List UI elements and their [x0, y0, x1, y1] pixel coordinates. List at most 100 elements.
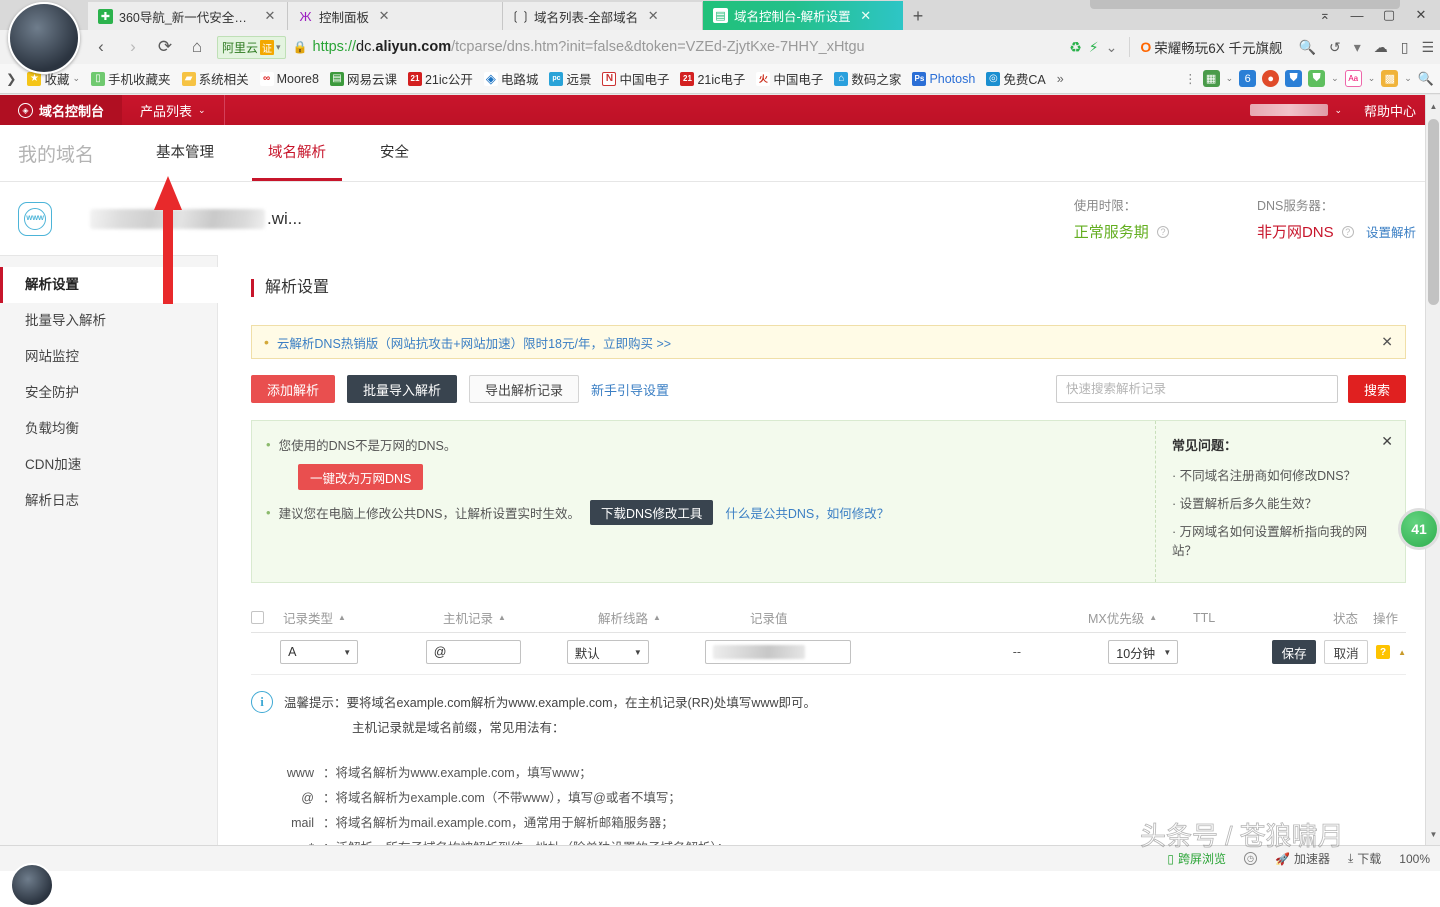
search-hotword[interactable]: O 荣耀畅玩6X 千元旗舰 [1129, 37, 1282, 57]
back-button[interactable]: ‹ [86, 33, 116, 61]
column-resolution-line[interactable]: 解析线路 ▲ [598, 608, 750, 627]
search-button[interactable]: 搜索 [1348, 375, 1406, 403]
promo-text[interactable]: 云解析DNS热销版（网站抗攻击+网站加速）限时18元/年，立即购买 >> [277, 333, 671, 352]
host-record-input[interactable] [426, 640, 521, 664]
select-all-checkbox[interactable] [251, 611, 283, 624]
help-center-link[interactable]: 帮助中心 [1364, 101, 1416, 120]
column-mx-priority[interactable]: MX优先级 ▲ [1088, 608, 1193, 627]
close-icon[interactable]: ✕ [1381, 334, 1393, 351]
page-scrollbar[interactable]: ▲ ▼ [1425, 95, 1440, 845]
sort-ascending-icon[interactable]: ▲ [653, 613, 661, 622]
beginner-guide-link[interactable]: 新手引导设置 [591, 380, 669, 399]
record-type-select[interactable]: A ▼ [280, 640, 358, 664]
magnifier-icon[interactable]: 🔍 [1418, 71, 1434, 87]
tab-security[interactable]: 安全 [364, 125, 425, 181]
add-record-button[interactable]: 添加解析 [251, 375, 335, 403]
bookmark-item-8[interactable]: N 中国电子 [602, 69, 669, 88]
bookmark-item-12[interactable]: Ps Photosh [912, 72, 975, 86]
chevron-down-icon[interactable]: ▾ [276, 42, 281, 53]
red-ext-icon[interactable]: ● [1262, 70, 1279, 87]
scroll-up-icon[interactable]: ▲ [1426, 98, 1440, 114]
tab-domain-resolution[interactable]: 域名解析 [252, 125, 342, 181]
home-icon[interactable]: ⌂ [182, 33, 212, 61]
tab-close-icon[interactable]: ✕ [644, 8, 662, 24]
sidebar-item-resolution-log[interactable]: 解析日志 [0, 483, 217, 519]
bookmark-item-4[interactable]: ▤ 网易云课 [330, 69, 397, 88]
forward-button[interactable]: › [118, 33, 148, 61]
cloud-icon[interactable]: ☁ [1374, 39, 1388, 56]
save-button[interactable]: 保存 [1272, 640, 1316, 664]
product-list-menu[interactable]: 产品列表 ⌄ [122, 95, 225, 125]
recycle-icon[interactable]: ♻ [1069, 39, 1082, 56]
tab-basic-management[interactable]: 基本管理 [140, 125, 230, 181]
browser-tab-2[interactable]: ❲❳ 域名列表-全部域名 ✕ [503, 2, 703, 30]
user-menu[interactable]: ⌄ [1250, 104, 1342, 116]
reload-icon[interactable]: ⟳ [150, 33, 180, 61]
bookmarks-overflow-icon[interactable]: » [1057, 72, 1064, 86]
minimize-icon[interactable]: — [1342, 2, 1372, 28]
chevron-down-icon[interactable]: ▾ [1354, 39, 1361, 56]
download-dns-tool-button[interactable]: 下载DNS修改工具 [590, 500, 713, 525]
zoom-level[interactable]: 100% [1399, 852, 1430, 866]
switch-to-wanwang-dns-button[interactable]: 一键改为万网DNS [298, 464, 423, 490]
browser-tab-3-active[interactable]: ▤ 域名控制台-解析设置 ✕ [703, 1, 903, 30]
bookmark-item-11[interactable]: ⌂ 数码之家 [834, 69, 901, 88]
batch-import-button[interactable]: 批量导入解析 [347, 375, 457, 403]
green-shield-icon[interactable]: ⛊ [1308, 70, 1325, 87]
column-record-type[interactable]: 记录类型 ▲ [283, 608, 443, 627]
setup-resolution-link[interactable]: 设置解析 [1366, 226, 1416, 240]
sidebar-item-security-protection[interactable]: 安全防护 [0, 375, 217, 411]
column-host-record[interactable]: 主机记录 ▲ [443, 608, 598, 627]
faq-item-0[interactable]: · 不同域名注册商如何修改DNS？ [1172, 465, 1389, 484]
site-identity-badge[interactable]: 阿里云 证 ▾ [217, 36, 286, 59]
sidebar-item-site-monitor[interactable]: 网站监控 [0, 339, 217, 375]
cancel-button[interactable]: 取消 [1324, 640, 1368, 664]
floating-badge[interactable]: 41 [1398, 508, 1440, 550]
chevron-down-icon[interactable]: ⌄ [1106, 39, 1118, 56]
tab-close-icon[interactable]: ✕ [261, 8, 279, 24]
chevron-down-icon[interactable]: ⌄ [1404, 73, 1412, 84]
bookmark-item-2[interactable]: ▰ 系统相关 [182, 69, 249, 88]
address-bar[interactable]: 🔒 https://dc.aliyun.com/tcparse/dns.htm?… [293, 34, 1068, 60]
tab-close-icon[interactable]: ✕ [375, 8, 393, 24]
bookmark-item-13[interactable]: ◎ 免费CA [986, 69, 1045, 88]
warning-help-icon[interactable]: ? [1376, 645, 1390, 659]
blue-ext-icon[interactable]: 6 [1239, 70, 1256, 87]
search-icon[interactable]: 🔍 [1299, 39, 1316, 56]
sort-ascending-icon[interactable]: ▲ [498, 613, 506, 622]
bookmark-item-1[interactable]: ▯ 手机收藏夹 [91, 69, 171, 88]
clock-icon[interactable]: ◷ [1244, 852, 1257, 865]
ttl-select[interactable]: 10分钟 ▼ [1108, 640, 1178, 664]
scroll-down-icon[interactable]: ▼ [1426, 826, 1440, 842]
bookmark-item-6[interactable]: ◈ 电路城 [484, 69, 539, 88]
what-is-public-dns-link[interactable]: 什么是公共DNS，如何修改？ [725, 503, 889, 522]
bookmark-item-7[interactable]: pc 远景 [549, 69, 591, 88]
record-value-input[interactable] [705, 640, 851, 664]
new-tab-button[interactable]: + [903, 2, 933, 30]
help-icon[interactable]: ? [1342, 226, 1354, 238]
console-logo[interactable]: ◈ 域名控制台 [0, 95, 122, 125]
sort-ascending-icon[interactable]: ▲ [338, 613, 346, 622]
shirt-icon[interactable]: ⌅ [1310, 2, 1340, 28]
search-input[interactable] [1056, 375, 1338, 403]
maximize-icon[interactable]: ▢ [1374, 2, 1404, 28]
tab-close-icon[interactable]: ✕ [857, 8, 875, 24]
export-records-button[interactable]: 导出解析记录 [469, 375, 579, 403]
apps-icon[interactable]: ▦ [1203, 70, 1220, 87]
screenshot-icon[interactable]: ▩ [1381, 70, 1398, 87]
resolution-line-select[interactable]: 默认 ▼ [567, 640, 649, 664]
bookmark-item-9[interactable]: 21 21ic电子 [680, 69, 745, 88]
chevron-down-icon[interactable]: ⌄ [1226, 73, 1234, 84]
mobile-icon[interactable]: ▯ [1401, 39, 1409, 56]
help-icon[interactable]: ? [1157, 226, 1169, 238]
collapse-icon[interactable]: ▲ [1398, 648, 1406, 657]
chevron-down-icon[interactable]: ⌄ [1368, 73, 1376, 84]
download-button[interactable]: ⤓ 下载 [1348, 850, 1381, 867]
bookmark-item-10[interactable]: 火 中国电子 [756, 69, 823, 88]
faq-item-1[interactable]: · 设置解析后多久能生效？ [1172, 493, 1389, 512]
translate-icon[interactable]: Aa [1345, 70, 1362, 87]
faq-item-2[interactable]: · 万网域名如何设置解析指向我的网站？ [1172, 521, 1389, 559]
bookmark-item-5[interactable]: 21 21ic公开 [408, 69, 473, 88]
browser-tab-0[interactable]: ✚ 360导航_新一代安全上网导航 ✕ [88, 2, 288, 30]
sidebar-item-load-balancing[interactable]: 负载均衡 [0, 411, 217, 447]
